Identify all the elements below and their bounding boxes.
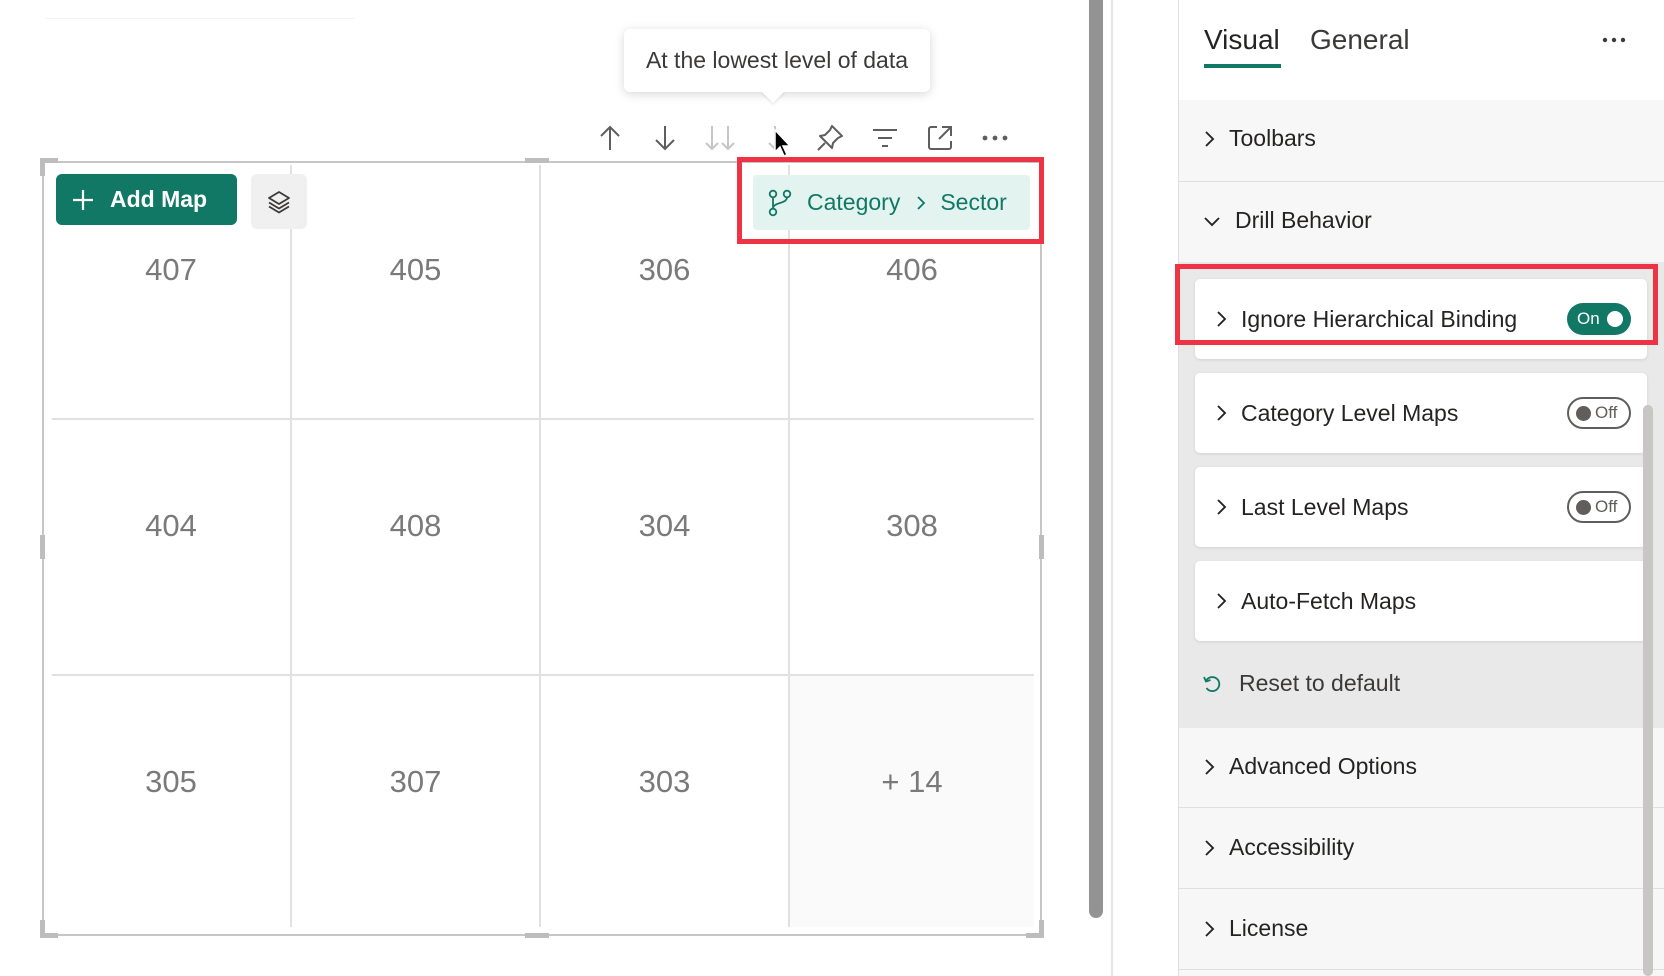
reset-label: Reset to default — [1239, 670, 1401, 696]
toggle-knob — [1576, 405, 1591, 421]
grid-divider — [52, 418, 1034, 420]
resize-handle[interactable] — [1039, 920, 1044, 938]
filter-icon[interactable] — [865, 118, 905, 158]
pane-divider — [1111, 0, 1113, 976]
map-tile[interactable]: 408 — [292, 501, 539, 551]
map-tile[interactable]: 406 — [790, 245, 1034, 295]
chevron-right-icon — [1217, 405, 1227, 421]
card-label: Category Level Maps — [1241, 399, 1459, 426]
drill-tooltip: At the lowest level of data — [624, 29, 930, 92]
card-auto-fetch-maps[interactable]: Auto-Fetch Maps — [1195, 561, 1647, 641]
section-label: Advanced Options — [1229, 753, 1417, 779]
focus-mode-icon[interactable] — [920, 118, 960, 158]
pane-scrollbar[interactable] — [1643, 405, 1653, 976]
chevron-right-icon — [1205, 920, 1215, 937]
category-level-maps-toggle[interactable]: Off — [1567, 397, 1631, 429]
chevron-right-icon — [1217, 499, 1227, 515]
resize-handle[interactable] — [40, 920, 45, 938]
chevron-right-icon — [1205, 130, 1215, 147]
chevron-right-icon — [1205, 839, 1215, 856]
section-label: Accessibility — [1229, 834, 1355, 860]
add-map-label: Add Map — [110, 186, 208, 212]
section-label: License — [1229, 915, 1309, 941]
drill-down-icon[interactable] — [645, 118, 685, 158]
map-tile[interactable]: 304 — [541, 501, 788, 551]
map-tile[interactable]: 305 — [52, 757, 290, 807]
resize-handle[interactable] — [525, 158, 549, 163]
section-license[interactable]: License — [1179, 890, 1664, 970]
layers-icon — [268, 190, 290, 213]
map-tile[interactable]: 405 — [292, 245, 539, 295]
map-tile[interactable]: 306 — [541, 245, 788, 295]
highlight-box-ignore-binding — [1175, 264, 1658, 345]
active-tab-indicator — [1204, 64, 1281, 68]
highlight-box-breadcrumb — [737, 157, 1044, 244]
section-accessibility[interactable]: Accessibility — [1179, 809, 1664, 889]
map-tile[interactable]: 407 — [52, 245, 290, 295]
map-tile[interactable]: 307 — [292, 757, 539, 807]
card-label: Last Level Maps — [1241, 493, 1409, 520]
canvas-scrollbar[interactable] — [1089, 0, 1103, 918]
map-tile[interactable]: 308 — [790, 501, 1034, 551]
tab-general[interactable]: General — [1310, 24, 1410, 56]
section-advanced-options[interactable]: Advanced Options — [1179, 728, 1664, 808]
drill-up-icon[interactable] — [590, 118, 630, 158]
more-options-icon[interactable] — [975, 118, 1015, 158]
resize-handle[interactable] — [1039, 535, 1044, 559]
mouse-cursor-icon — [773, 128, 795, 158]
pane-tabs: Visual General — [1179, 0, 1664, 100]
chevron-right-icon — [1205, 758, 1215, 775]
section-toolbars[interactable]: Toolbars — [1179, 100, 1664, 182]
section-label: Toolbars — [1229, 125, 1316, 151]
chevron-right-icon — [1217, 593, 1227, 609]
resize-handle[interactable] — [40, 535, 45, 559]
plus-icon — [73, 189, 93, 210]
map-tile[interactable]: 404 — [52, 501, 290, 551]
last-level-maps-toggle[interactable]: Off — [1567, 491, 1631, 523]
more-maps-tile[interactable]: + 14 — [790, 757, 1034, 807]
divider — [45, 18, 355, 19]
section-label: Drill Behavior — [1235, 207, 1372, 233]
map-grid: 407 405 306 406 404 408 304 308 305 307 … — [52, 165, 1034, 927]
go-to-next-level-icon — [700, 118, 740, 158]
resize-handle[interactable] — [525, 933, 549, 938]
add-map-button[interactable]: Add Map — [56, 174, 237, 225]
tab-visual[interactable]: Visual — [1204, 24, 1280, 56]
toggle-text: Off — [1595, 403, 1618, 422]
resize-handle[interactable] — [40, 158, 45, 176]
section-drill-behavior[interactable]: Drill Behavior — [1179, 183, 1664, 263]
tooltip-text: At the lowest level of data — [645, 47, 909, 73]
report-canvas: At the lowest level of data 407 405 306 … — [0, 0, 1090, 976]
toggle-text: Off — [1595, 497, 1618, 516]
pin-icon[interactable] — [810, 118, 850, 158]
more-options-icon[interactable] — [1599, 28, 1629, 52]
format-pane: Visual General Toolbars Drill Behavior I… — [1178, 0, 1664, 976]
reset-to-default-button[interactable]: Reset to default — [1201, 670, 1400, 697]
map-tile[interactable]: 303 — [541, 757, 788, 807]
layers-button[interactable] — [251, 174, 307, 229]
card-category-level-maps[interactable]: Category Level Maps Off — [1195, 373, 1647, 453]
reset-icon — [1203, 675, 1221, 692]
toggle-knob — [1576, 499, 1591, 515]
chevron-down-icon — [1204, 216, 1220, 226]
card-last-level-maps[interactable]: Last Level Maps Off — [1195, 467, 1647, 547]
card-label: Auto-Fetch Maps — [1241, 587, 1417, 614]
